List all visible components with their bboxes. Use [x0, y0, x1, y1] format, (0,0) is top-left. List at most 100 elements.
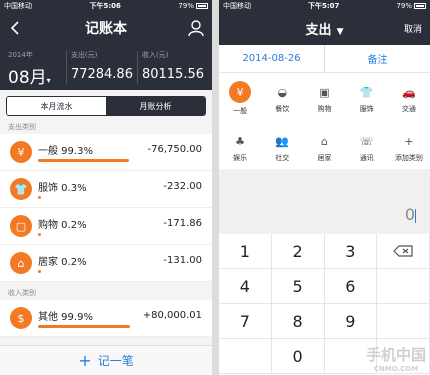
category-option[interactable]: ☏ 通讯: [346, 126, 388, 165]
category-label: 购物: [317, 105, 332, 113]
nav-bar: 记账本: [0, 11, 212, 45]
backspace-key[interactable]: [377, 234, 430, 269]
blank-key: [377, 304, 430, 339]
category-label: 服饰: [359, 105, 374, 113]
expense-total: 支出(元) 77284.86: [71, 45, 133, 90]
expense-category-list: ¥ 一般 99.3% -76,750.00 👕 服饰 0.3% -232.00 ▢ 购物 0.…: [0, 134, 212, 282]
battery-icon: [413, 2, 426, 9]
add-record-button[interactable]: + 记一笔: [0, 345, 212, 375]
expense-label: 支出(元): [70, 51, 98, 59]
type-selector[interactable]: 支出 ▼: [305, 19, 343, 38]
key-6[interactable]: 6: [324, 269, 378, 304]
status-bar: 中国移动 下午5:07 79%: [219, 0, 430, 11]
category-option[interactable]: ♣ 娱乐: [219, 126, 261, 165]
carrier-text: 中国移动: [223, 1, 251, 10]
category-label: 娱乐: [233, 154, 248, 162]
tab-monthly-analysis[interactable]: 月账分析: [106, 97, 205, 115]
category-amount: -131.00: [163, 255, 202, 266]
key-1[interactable]: 1: [219, 234, 272, 269]
income-category-list: $ 其他 99.9% +80,000.01: [0, 300, 212, 337]
watermark: 手机中国 CNMO.COM: [366, 344, 426, 373]
date-note-row: 2014-08-26 备注: [219, 45, 430, 73]
key-7[interactable]: 7: [219, 304, 272, 339]
key-9[interactable]: 9: [324, 304, 378, 339]
nav-bar: 支出 ▼ 取消: [219, 11, 430, 45]
category-amount: -76,750.00: [147, 144, 202, 155]
category-amount: -171.86: [163, 218, 202, 229]
month-selector[interactable]: 2014年 08月▾: [8, 45, 62, 90]
category-option[interactable]: ⌂ 居家: [303, 126, 345, 165]
tab-monthly-flow[interactable]: 本月流水: [7, 97, 106, 115]
back-icon[interactable]: [8, 20, 24, 36]
category-label: 添加类别: [394, 154, 423, 162]
entertainment-icon: ♣: [235, 134, 246, 148]
user-icon[interactable]: [188, 19, 204, 37]
expense-row[interactable]: ▢ 购物 0.2% -171.86: [0, 208, 212, 245]
category-option[interactable]: ▣ 购物: [303, 77, 345, 118]
year-label: 2014年: [8, 51, 33, 59]
plus-icon: +: [78, 351, 92, 370]
amount-value: 0: [404, 205, 415, 224]
amount-display: 0: [219, 169, 430, 233]
sofa-icon: ⌂: [10, 252, 32, 274]
watermark-subtext: CNMO.COM: [373, 365, 419, 373]
category-name: 服饰 0.3%: [38, 183, 87, 194]
key-5[interactable]: 5: [271, 269, 325, 304]
money-icon: $: [10, 307, 32, 329]
add-category-icon: +: [404, 134, 414, 148]
expense-row[interactable]: ¥ 一般 99.3% -76,750.00: [0, 134, 212, 171]
category-option[interactable]: 👕 服饰: [346, 77, 388, 118]
category-option[interactable]: 👥 社交: [261, 126, 303, 165]
income-section-title: 收入类别: [8, 289, 36, 297]
sofa-icon: ⌂: [320, 134, 328, 148]
category-option[interactable]: 🚗 交通: [388, 77, 430, 118]
status-time: 下午5:07: [308, 1, 340, 10]
dropdown-arrow-icon: ▾: [46, 76, 51, 85]
key-2[interactable]: 2: [271, 234, 325, 269]
share-bar: [38, 233, 41, 236]
yuan-icon: ¥: [229, 81, 252, 103]
battery-indicator: 79%: [396, 2, 426, 10]
shopping-bag-icon: ▣: [319, 85, 330, 99]
battery-indicator: 79%: [178, 2, 208, 10]
dropdown-arrow-icon: ▼: [336, 26, 344, 37]
expense-row[interactable]: 👕 服饰 0.3% -232.00: [0, 171, 212, 208]
key-3[interactable]: 3: [324, 234, 378, 269]
date-picker[interactable]: 2014-08-26: [219, 45, 324, 72]
category-option[interactable]: ¥ 一般: [219, 77, 261, 118]
expense-section-title: 支出类别: [8, 123, 36, 131]
cancel-button[interactable]: 取消: [404, 22, 422, 35]
expense-value: 77284.86: [70, 67, 133, 82]
income-label: 收入(元): [141, 51, 169, 59]
month-summary: 2014年 08月▾ 支出(元) 77284.86 收入(元) 80115.56: [0, 45, 212, 90]
category-label: 社交: [275, 154, 290, 162]
month-value: 08月: [8, 68, 47, 88]
status-bar: 中国移动 下午5:06 79%: [0, 0, 212, 11]
category-name: 一般 99.3%: [38, 146, 93, 157]
category-label: 居家: [317, 154, 332, 162]
category-option[interactable]: ◒ 餐饮: [261, 77, 303, 118]
ledger-screen: 中国移动 下午5:06 79% 记账本 2014年 08月▾ 支出(元) 772…: [0, 0, 212, 375]
text-caret: [415, 208, 416, 223]
social-icon: 👥: [275, 134, 290, 148]
view-tabs: 本月流水 月账分析: [6, 96, 206, 116]
key-4[interactable]: 4: [219, 269, 272, 304]
expense-row[interactable]: ⌂ 居家 0.2% -131.00: [0, 245, 212, 282]
key-8[interactable]: 8: [271, 304, 325, 339]
blank-key: [219, 339, 272, 374]
income-row[interactable]: $ 其他 99.9% +80,000.01: [0, 300, 212, 337]
key-0[interactable]: 0: [271, 339, 325, 374]
backspace-icon: [393, 245, 413, 257]
page-title: 记账本: [85, 21, 127, 37]
category-option[interactable]: + 添加类别: [388, 126, 430, 165]
add-record-label: 记一笔: [97, 354, 134, 368]
category-name: 其他 99.9%: [38, 312, 93, 323]
yuan-icon: ¥: [10, 141, 32, 163]
add-expense-screen: 中国移动 下午5:07 79% 支出 ▼ 取消 2014-08-26 备注 ¥ 一…: [219, 0, 430, 375]
category-grid: ¥ 一般 ◒ 餐饮 ▣ 购物 👕 服饰 🚗 交通 ♣ 娱乐 👥 社交 ⌂ 居家 ☏ 通讯 + 添加类别: [219, 73, 430, 169]
note-button[interactable]: 备注: [325, 45, 430, 72]
shopping-icon: ▢: [10, 215, 32, 237]
clothes-icon: 👕: [10, 178, 32, 200]
battery-icon: [195, 2, 208, 9]
carrier-text: 中国移动: [4, 1, 32, 10]
